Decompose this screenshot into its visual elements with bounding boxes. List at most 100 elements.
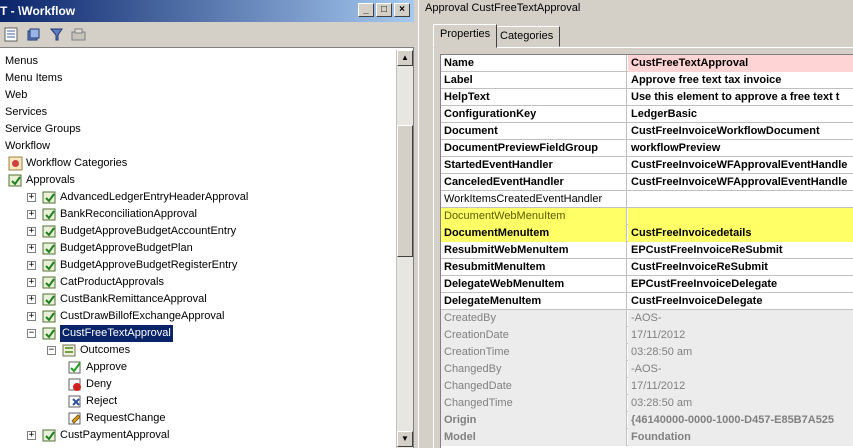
- property-row[interactable]: HelpText Use this element to approve a fr…: [441, 89, 853, 106]
- expand-toggle[interactable]: +: [27, 210, 36, 219]
- find-icon[interactable]: [70, 26, 87, 43]
- property-row[interactable]: ConfigurationKey LedgerBasic: [441, 106, 853, 123]
- tree-node[interactable]: Menu Items: [0, 70, 396, 87]
- property-value[interactable]: Foundation: [628, 429, 853, 446]
- tree-node[interactable]: Service Groups: [0, 121, 396, 138]
- collapse-toggle[interactable]: −: [27, 329, 36, 338]
- expand-toggle[interactable]: +: [27, 227, 36, 236]
- property-value[interactable]: 03:28:50 am: [628, 395, 853, 412]
- close-button[interactable]: ×: [394, 3, 410, 17]
- tree-node[interactable]: + BudgetApproveBudgetAccountEntry: [0, 223, 396, 240]
- property-name: Model: [441, 429, 627, 446]
- tree-node[interactable]: Approve: [0, 359, 396, 376]
- scroll-up-button[interactable]: ▲: [397, 50, 413, 66]
- property-value[interactable]: CustFreeInvoicedetails: [628, 225, 853, 242]
- property-value[interactable]: Use this element to approve a free text …: [628, 89, 853, 106]
- property-row[interactable]: Name CustFreeTextApproval: [441, 55, 853, 72]
- property-value[interactable]: 17/11/2012: [628, 378, 853, 395]
- property-value[interactable]: [628, 191, 853, 208]
- property-value[interactable]: {46140000-0000-1000-D457-E85B7A525: [628, 412, 853, 429]
- approve-icon: [68, 361, 81, 374]
- tree-node[interactable]: + CustPaymentApproval: [0, 427, 396, 444]
- property-row[interactable]: DelegateWebMenuItem EPCustFreeInvoiceDele…: [441, 276, 853, 293]
- expand-toggle[interactable]: +: [27, 261, 36, 270]
- property-row[interactable]: CreatedBy -AOS-: [441, 310, 853, 327]
- tree-node[interactable]: + AdvancedLedgerEntryHeaderApproval: [0, 189, 396, 206]
- property-row[interactable]: DocumentMenuItem CustFreeInvoicedetails: [441, 225, 853, 242]
- property-row[interactable]: Model Foundation: [441, 429, 853, 446]
- property-value[interactable]: workflowPreview: [628, 140, 853, 157]
- property-value[interactable]: CustFreeTextApproval: [628, 55, 853, 72]
- tree-node[interactable]: Menus: [0, 53, 396, 70]
- tree-node[interactable]: + BudgetApproveBudgetRegisterEntry: [0, 257, 396, 274]
- property-row[interactable]: Origin {46140000-0000-1000-D457-E85B7A525: [441, 412, 853, 429]
- tree-node[interactable]: + BankReconciliationApproval: [0, 206, 396, 223]
- property-row[interactable]: ResubmitWebMenuItem EPCustFreeInvoiceReSu…: [441, 242, 853, 259]
- properties-icon[interactable]: [3, 26, 20, 43]
- expand-toggle[interactable]: +: [27, 312, 36, 321]
- property-row[interactable]: ChangedBy -AOS-: [441, 361, 853, 378]
- property-value[interactable]: CustFreeInvoiceReSubmit: [628, 259, 853, 276]
- tree-node[interactable]: Web: [0, 87, 396, 104]
- tree-node-label: Outcomes: [80, 344, 131, 356]
- property-value[interactable]: CustFreeInvoiceWorkflowDocument: [628, 123, 853, 140]
- tab-properties[interactable]: Properties: [433, 24, 498, 48]
- tree-node[interactable]: Reject: [0, 393, 396, 410]
- property-name: Name: [441, 55, 627, 72]
- property-row[interactable]: StartedEventHandler CustFreeInvoiceWFAppr…: [441, 157, 853, 174]
- property-grid[interactable]: Name CustFreeTextApproval Label Approve fre…: [440, 54, 853, 448]
- tree-node[interactable]: + CatProductApprovals: [0, 274, 396, 291]
- property-value[interactable]: CustFreeInvoiceWFApprovalEventHandle: [628, 174, 853, 191]
- property-row[interactable]: DelegateMenuItem CustFreeInvoiceDelegate: [441, 293, 853, 310]
- tree-node[interactable]: Deny: [0, 376, 396, 393]
- expand-toggle[interactable]: +: [27, 244, 36, 253]
- property-value[interactable]: CustFreeInvoiceWFApprovalEventHandle: [628, 157, 853, 174]
- tree-node[interactable]: Workflow: [0, 138, 396, 155]
- maximize-button[interactable]: □: [376, 3, 392, 17]
- property-value[interactable]: [628, 208, 853, 225]
- property-row[interactable]: CreationTime 03:28:50 am: [441, 344, 853, 361]
- tree-node[interactable]: − CustFreeTextApproval: [0, 325, 396, 342]
- property-value[interactable]: 03:28:50 am: [628, 344, 853, 361]
- compile-icon[interactable]: [25, 26, 42, 43]
- minimize-button[interactable]: _: [358, 3, 374, 17]
- expand-toggle[interactable]: +: [27, 431, 36, 440]
- property-value[interactable]: EPCustFreeInvoiceReSubmit: [628, 242, 853, 259]
- tree-node[interactable]: − Outcomes: [0, 342, 396, 359]
- property-value[interactable]: EPCustFreeInvoiceDelegate: [628, 276, 853, 293]
- property-row[interactable]: CanceledEventHandler CustFreeInvoiceWFApp…: [441, 174, 853, 191]
- scroll-down-button[interactable]: ▼: [397, 431, 413, 447]
- tree-node[interactable]: RequestChange: [0, 410, 396, 427]
- expand-toggle[interactable]: +: [27, 193, 36, 202]
- filter-icon[interactable]: [48, 26, 65, 43]
- collapse-toggle[interactable]: −: [47, 346, 56, 355]
- tree-node[interactable]: + CustDrawBillofExchangeApproval: [0, 308, 396, 325]
- tree-vertical-scrollbar[interactable]: ▲ ▼: [396, 50, 413, 448]
- expand-toggle[interactable]: +: [27, 295, 36, 304]
- tree-node[interactable]: Approvals: [0, 172, 396, 189]
- tree-node[interactable]: + BudgetApproveBudgetPlan: [0, 240, 396, 257]
- property-row[interactable]: Label Approve free text tax invoice: [441, 72, 853, 89]
- tab-categories[interactable]: Categories: [493, 26, 561, 47]
- expand-toggle[interactable]: +: [27, 278, 36, 287]
- property-value[interactable]: Approve free text tax invoice: [628, 72, 853, 89]
- property-value[interactable]: -AOS-: [628, 310, 853, 327]
- property-row[interactable]: Document CustFreeInvoiceWorkflowDocument: [441, 123, 853, 140]
- aot-tree[interactable]: Menus Menu Items Web Services Service Groups…: [0, 50, 396, 448]
- property-row[interactable]: ChangedTime 03:28:50 am: [441, 395, 853, 412]
- property-value[interactable]: CustFreeInvoiceDelegate: [628, 293, 853, 310]
- window-controls: _ □ ×: [358, 3, 410, 17]
- property-row[interactable]: ChangedDate 17/11/2012: [441, 378, 853, 395]
- property-row[interactable]: CreationDate 17/11/2012: [441, 327, 853, 344]
- tree-node[interactable]: Services: [0, 104, 396, 121]
- property-row[interactable]: ResubmitMenuItem CustFreeInvoiceReSubmit: [441, 259, 853, 276]
- property-value[interactable]: LedgerBasic: [628, 106, 853, 123]
- property-value[interactable]: -AOS-: [628, 361, 853, 378]
- scroll-thumb[interactable]: [397, 125, 413, 257]
- property-row[interactable]: DocumentWebMenuItem: [441, 208, 853, 225]
- property-row[interactable]: DocumentPreviewFieldGroup workflowPreview: [441, 140, 853, 157]
- property-row[interactable]: WorkItemsCreatedEventHandler: [441, 191, 853, 208]
- tree-node[interactable]: Workflow Categories: [0, 155, 396, 172]
- property-value[interactable]: 17/11/2012: [628, 327, 853, 344]
- tree-node[interactable]: + CustBankRemittanceApproval: [0, 291, 396, 308]
